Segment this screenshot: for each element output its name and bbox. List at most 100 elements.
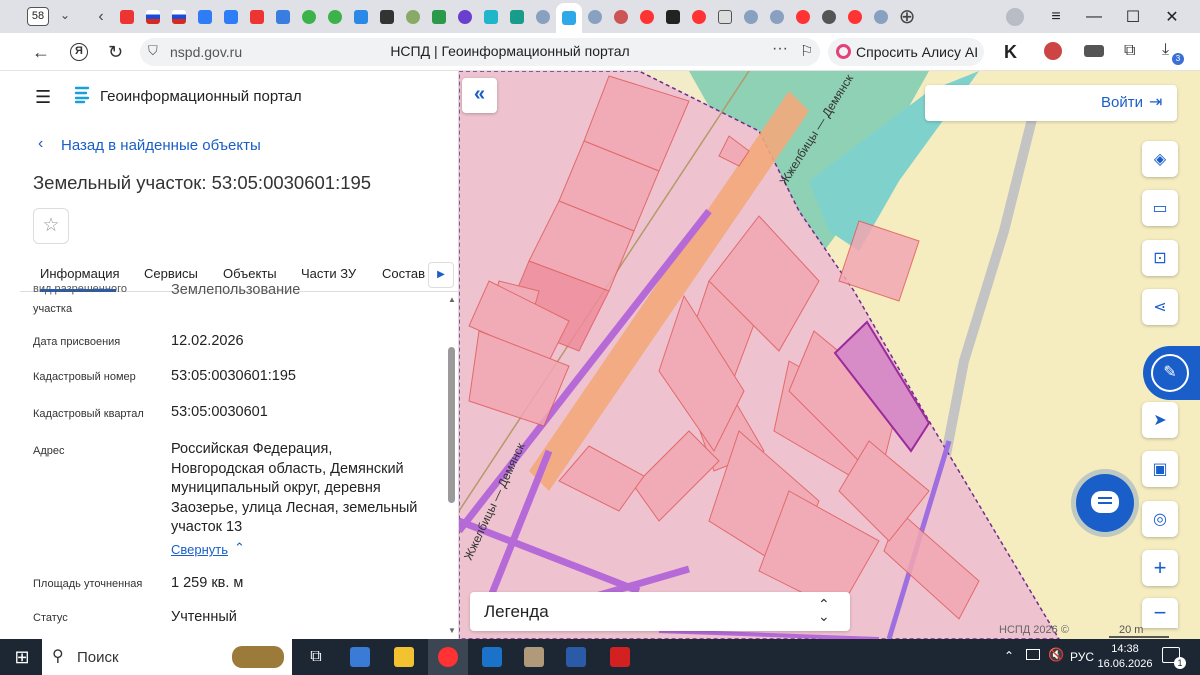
tab-dark[interactable] [374,0,400,33]
task-view-icon[interactable]: ⧉ [296,639,336,675]
scrollbar-thumb[interactable] [448,347,455,503]
taskbar-search-box[interactable]: ⚲ Поиск [42,639,292,675]
scroll-down-arrow[interactable]: ▼ [448,626,456,635]
extension-avatar-icon[interactable] [1044,42,1062,60]
screen-icon[interactable]: ▣ [1142,451,1178,487]
ruler-icon[interactable]: ▭ [1142,190,1178,226]
scroll-up-arrow[interactable]: ▲ [448,295,456,304]
extension-hat-icon[interactable] [1084,45,1104,57]
tab-parts[interactable]: Части ЗУ [301,266,356,281]
outlook-icon[interactable] [472,639,512,675]
downloads-icon[interactable]: ⤓ [1162,41,1169,59]
clock-time[interactable]: 14:38 [1100,643,1150,655]
tab-back-icon[interactable]: ‹ [88,0,114,33]
profile-avatar[interactable] [1006,8,1024,26]
chevron-up-icon[interactable]: ⌃ [234,540,245,556]
highlighted-tool-button[interactable]: ✎ [1143,346,1200,400]
bookmark-icon[interactable]: ⚐ [800,42,813,60]
login-button[interactable]: Войти ⇥ [925,85,1177,121]
reload-icon[interactable]: ↻ [108,42,123,63]
tab-green-1[interactable] [296,0,322,33]
url-field[interactable]: ⛉ nspd.gov.ru НСПД | Геоинформационный п… [140,38,820,66]
maximize-button[interactable]: ☐ [1113,0,1153,33]
tab-gear[interactable] [816,0,842,33]
tab-avatar[interactable] [400,0,426,33]
share-icon[interactable]: ⋖ [1142,289,1178,325]
chat-button[interactable] [1076,474,1134,532]
chevron-up-icon[interactable]: ⌃ [1004,649,1014,663]
tab-yandex-3[interactable] [790,0,816,33]
tab-doc[interactable] [270,0,296,33]
app-avatar-icon[interactable] [514,639,554,675]
tab-count-badge[interactable]: 58 [27,7,49,26]
tab-emblem-4[interactable] [738,0,764,33]
back-to-results-link[interactable]: Назад в найденные объекты [61,137,261,154]
new-tab-button[interactable]: ⊕ [894,0,920,33]
select-area-icon[interactable]: ⊡ [1142,240,1178,276]
favorite-star-icon[interactable]: ☆ [33,208,69,244]
yandex-browser-icon[interactable] [428,639,468,675]
menu-icon[interactable]: ≡ [1036,0,1076,33]
yandex-icon[interactable]: Я [70,43,88,61]
network-icon[interactable] [1026,649,1040,660]
tab-file[interactable] [712,0,738,33]
tab-information[interactable]: Информация [40,266,120,281]
zoom-out-button[interactable]: − [1142,598,1178,628]
tab-emblem-6[interactable] [868,0,894,33]
explorer-icon[interactable] [384,639,424,675]
tab-yandex-4[interactable] [842,0,868,33]
legend-dropdown[interactable]: Легенда ⌃ ⌄ [470,592,850,631]
chevron-down-icon[interactable]: ⌄ [60,8,70,22]
layers-icon[interactable]: ◈ [1142,141,1178,177]
tab-services[interactable]: Сервисы [144,266,198,281]
tab-emblem-5[interactable] [764,0,790,33]
more-icon[interactable]: ··· [772,40,788,58]
map-view[interactable]: Жжелбицы — Демянск Жжелбицы — Демянск « … [459,71,1200,639]
tab-cyan[interactable] [478,0,504,33]
volume-muted-icon[interactable]: 🔇 [1048,647,1064,663]
pdf-reader-icon[interactable] [600,639,640,675]
tab-yandex-1[interactable] [634,0,660,33]
tab-objects[interactable]: Объекты [223,266,277,281]
tab-text-a[interactable] [660,0,686,33]
tab-pdf-2[interactable] [244,0,270,33]
tab-green-3[interactable] [426,0,452,33]
tab-mail[interactable] [192,0,218,33]
extension-k-icon[interactable]: K [1004,42,1017,63]
legend-label: Легенда [484,602,549,621]
tab-emblem-2[interactable] [582,0,608,33]
collapse-link[interactable]: Свернуть [171,542,228,557]
locate-icon[interactable]: ◎ [1142,501,1178,537]
tab-emblem-1[interactable] [530,0,556,33]
tab-pdf[interactable] [114,0,140,33]
word-icon[interactable] [556,639,596,675]
close-button[interactable]: ✕ [1152,0,1192,33]
navigate-icon[interactable]: ➤ [1142,402,1178,438]
tab-composition[interactable]: Состав [382,266,425,281]
clock-date[interactable]: 16.06.2026 [1096,658,1154,670]
tab-flag-ru[interactable] [140,0,166,33]
tab-purple[interactable] [452,0,478,33]
tab-teal[interactable] [504,0,530,33]
tab-blue-1[interactable] [348,0,374,33]
tab-flag-ru-2[interactable] [166,0,192,33]
chevron-left-icon[interactable]: ‹ [38,135,43,153]
hamburger-menu-icon[interactable]: ☰ [35,87,51,108]
measure-icon: ✎ [1151,354,1189,392]
portal-logo-icon [74,86,90,104]
minimize-button[interactable]: — [1074,0,1114,33]
zoom-in-button[interactable]: + [1142,550,1178,586]
language-indicator[interactable]: РУС [1070,650,1094,664]
alice-button[interactable]: Спросить Алису AI [828,38,984,66]
tab-green-2[interactable] [322,0,348,33]
tab-nspd-active[interactable] [556,3,582,33]
collapse-panel-button[interactable]: « [462,78,497,113]
address-line: Новгородская область, Демянский [171,460,404,477]
windows-start-icon[interactable]: ⊞ [2,639,42,675]
tab-image[interactable] [218,0,244,33]
tab-yandex-2[interactable] [686,0,712,33]
tab-emblem-3[interactable] [608,0,634,33]
collections-icon[interactable]: ⧉ [1124,42,1135,60]
back-arrow-icon[interactable]: ← [32,42,50,63]
store-icon[interactable] [340,639,380,675]
